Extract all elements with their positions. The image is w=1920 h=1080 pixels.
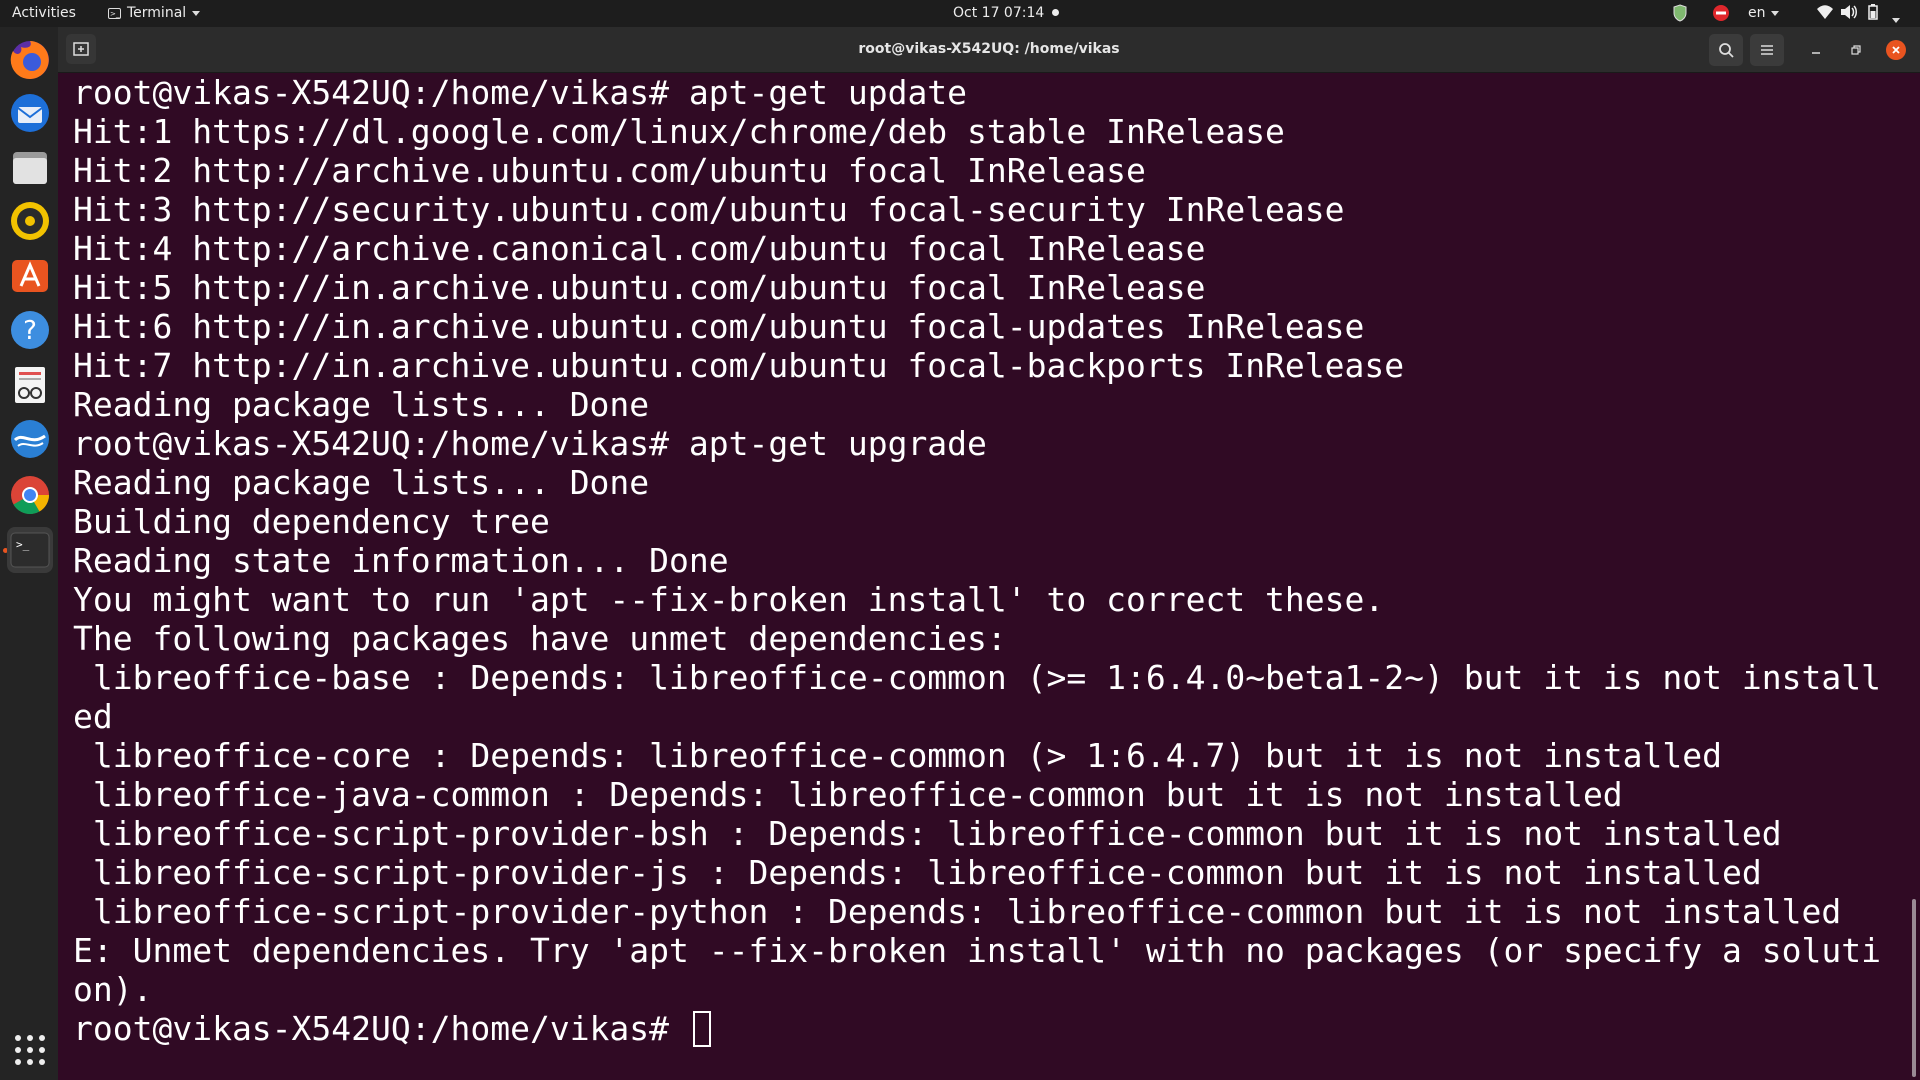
document-viewer-icon xyxy=(15,367,45,403)
chevron-down-icon xyxy=(1770,10,1779,16)
activities-button[interactable]: Activities xyxy=(12,5,76,21)
terminal-line: libreoffice-script-provider-python : Dep… xyxy=(73,892,1842,931)
firefox-icon xyxy=(10,41,49,79)
restore-icon xyxy=(1851,45,1861,55)
terminal-line: Hit:1 https://dl.google.com/linux/chrome… xyxy=(73,112,1285,151)
dock-item-files[interactable] xyxy=(7,144,53,190)
dock-item-terminal[interactable]: >_ xyxy=(7,527,53,573)
terminal-prompt: root@vikas-X542UQ:/home/vikas# xyxy=(73,1009,670,1048)
scrollbar[interactable] xyxy=(1912,899,1916,1077)
rhythmbox-icon xyxy=(11,202,49,240)
dock-item-rhythmbox[interactable] xyxy=(7,198,53,244)
restore-button[interactable] xyxy=(1846,40,1866,60)
volume-icon[interactable] xyxy=(1840,4,1858,24)
terminal-line: Hit:5 http://in.archive.ubuntu.com/ubunt… xyxy=(73,268,1206,307)
dock-item-document-viewer[interactable] xyxy=(7,362,53,408)
window-title: root@vikas-X542UQ: /home/vikas xyxy=(858,41,1120,57)
terminal-line: libreoffice-java-common : Depends: libre… xyxy=(73,775,1623,814)
help-icon: ? xyxy=(11,311,49,349)
terminal-line: libreoffice-script-provider-bsh : Depend… xyxy=(73,814,1782,853)
terminal-icon: >_ xyxy=(10,532,50,568)
dock: ? >_ xyxy=(0,27,58,1080)
dock-item-chrome[interactable] xyxy=(7,472,53,518)
terminal-line: Reading package lists... Done xyxy=(73,385,650,424)
dock-item-help[interactable]: ? xyxy=(7,307,53,353)
dock-item-software[interactable] xyxy=(7,252,53,298)
dock-item-openoffice[interactable] xyxy=(7,416,53,462)
chrome-icon xyxy=(11,476,50,515)
close-button[interactable] xyxy=(1886,40,1906,60)
shield-icon[interactable] xyxy=(1672,4,1688,26)
language-selector[interactable]: en xyxy=(1748,5,1779,21)
chevron-down-icon xyxy=(192,10,201,16)
terminal-line: libreoffice-script-provider-js : Depends… xyxy=(73,853,1762,892)
hamburger-menu-icon xyxy=(1761,45,1773,55)
top-bar: Activities >_ Terminal Oct 17 07:14 en xyxy=(0,0,1920,27)
terminal-line: libreoffice-base : Depends: libreoffice-… xyxy=(73,658,1881,697)
terminal-line: root@vikas-X542UQ:/home/vikas# apt-get u… xyxy=(73,73,968,112)
close-icon xyxy=(1892,46,1900,54)
terminal-line: libreoffice-core : Depends: libreoffice-… xyxy=(73,736,1723,775)
minimize-icon xyxy=(1812,52,1820,54)
app-grid-icon xyxy=(15,1035,45,1065)
terminal-window: root@vikas-X542UQ: /home/vikas root@vika… xyxy=(58,27,1920,1080)
text-cursor xyxy=(692,1011,711,1047)
search-icon xyxy=(1719,43,1734,58)
terminal-line: Building dependency tree xyxy=(73,502,550,541)
terminal-line: Hit:7 http://in.archive.ubuntu.com/ubunt… xyxy=(73,346,1405,385)
menu-button[interactable] xyxy=(1750,34,1784,66)
terminal-text[interactable]: root@vikas-X542UQ:/home/vikas# apt-get u… xyxy=(73,73,1881,1048)
terminal-line: Hit:6 http://in.archive.ubuntu.com/ubunt… xyxy=(73,307,1365,346)
dock-item-thunderbird[interactable] xyxy=(7,90,53,136)
files-icon xyxy=(13,152,47,184)
terminal-line: on). xyxy=(73,970,153,1009)
minimize-button[interactable] xyxy=(1806,40,1826,60)
clock[interactable]: Oct 17 07:14 xyxy=(953,5,1044,21)
do-not-disturb-icon[interactable] xyxy=(1712,4,1730,26)
terminal-line: You might want to run 'apt --fix-broken … xyxy=(73,580,1385,619)
notification-dot-icon xyxy=(1052,9,1059,16)
chevron-down-icon[interactable] xyxy=(1892,11,1900,27)
svg-text:>_: >_ xyxy=(16,538,30,551)
app-menu-label: Terminal xyxy=(127,5,187,21)
terminal-line: ed xyxy=(73,697,113,736)
battery-icon[interactable] xyxy=(1868,4,1878,24)
terminal-line: Reading package lists... Done xyxy=(73,463,650,502)
header-bar[interactable]: root@vikas-X542UQ: /home/vikas xyxy=(58,27,1920,73)
terminal-icon: >_ xyxy=(108,7,121,19)
terminal-line: The following packages have unmet depend… xyxy=(73,619,1007,658)
app-menu[interactable]: >_ Terminal xyxy=(108,5,201,21)
terminal-line: Hit:2 http://archive.ubuntu.com/ubuntu f… xyxy=(73,151,1146,190)
show-applications-button[interactable] xyxy=(7,1027,53,1073)
terminal-output[interactable]: root@vikas-X542UQ:/home/vikas# apt-get u… xyxy=(58,73,1920,1080)
terminal-line: root@vikas-X542UQ:/home/vikas# apt-get u… xyxy=(73,424,987,463)
terminal-prompt-line[interactable]: root@vikas-X542UQ:/home/vikas# xyxy=(73,1009,1881,1048)
terminal-line: Hit:3 http://security.ubuntu.com/ubuntu … xyxy=(73,190,1345,229)
dock-item-firefox[interactable] xyxy=(7,37,53,83)
thunderbird-icon xyxy=(11,94,49,132)
software-icon xyxy=(12,260,48,292)
wifi-icon[interactable] xyxy=(1816,4,1834,24)
terminal-line: Hit:4 http://archive.canonical.com/ubunt… xyxy=(73,229,1206,268)
svg-text:?: ? xyxy=(23,316,37,346)
search-button[interactable] xyxy=(1709,34,1743,66)
language-label: en xyxy=(1748,5,1766,21)
openoffice-icon xyxy=(11,420,49,458)
terminal-line: Reading state information... Done xyxy=(73,541,729,580)
terminal-line: E: Unmet dependencies. Try 'apt --fix-br… xyxy=(73,931,1881,970)
